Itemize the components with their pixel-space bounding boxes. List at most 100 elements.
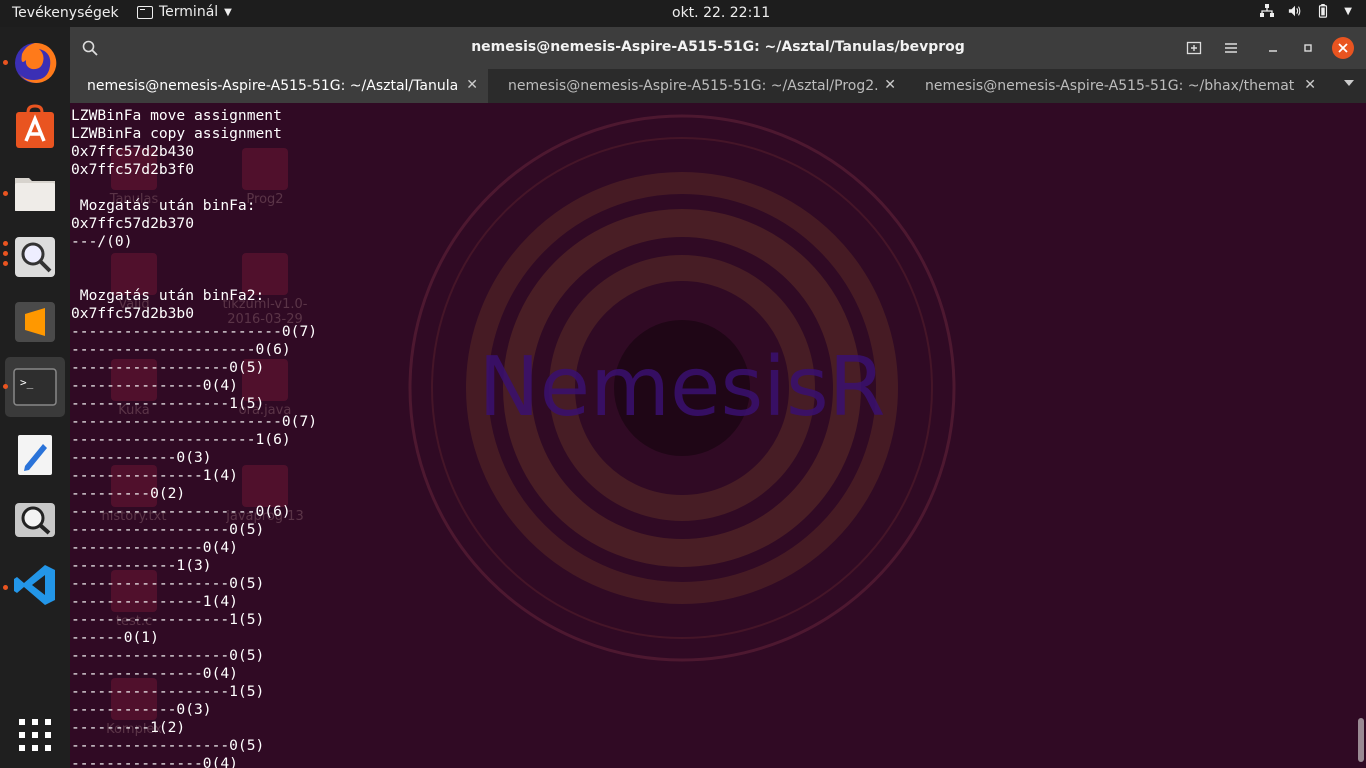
terminal-line: 0x7ffc57d2b430 [71, 143, 195, 160]
window-title: nemesis@nemesis-Aspire-A515-51G: ~/Aszta… [471, 39, 965, 55]
scrollbar-thumb[interactable] [1358, 718, 1364, 762]
ubuntu-software-icon [16, 104, 54, 148]
top-panel: Tevékenységek Terminál ▼ okt. 22. 22:11 … [0, 0, 1366, 27]
app-menu[interactable]: Terminál ▼ [137, 4, 232, 20]
terminal-line: 0x7ffc57d2b370 [71, 215, 195, 232]
terminal-line: ---------------------0(6) [71, 503, 291, 520]
volume-icon [1289, 5, 1301, 17]
terminal-line: 0x7ffc57d2b3b0 [71, 305, 195, 322]
tab-label: nemesis@nemesis-Aspire-A515-51G: ~/bhax/… [925, 78, 1295, 94]
terminal-line: ------------------0(5) [71, 575, 265, 592]
hamburger-menu-icon [1225, 43, 1237, 53]
system-tray[interactable]: ▼ [1260, 4, 1352, 18]
dock-image-viewer[interactable] [5, 227, 65, 287]
activities-button[interactable]: Tevékenységek [12, 5, 119, 21]
terminal-line: ---/(0) [71, 233, 133, 250]
terminal-window: nemesis@nemesis-Aspire-A515-51G: ~/Aszta… [70, 27, 1366, 768]
chevron-down-icon: ▼ [1344, 5, 1352, 17]
terminal-line: ------------------0(5) [71, 359, 265, 376]
dock-ubuntu-software[interactable] [5, 97, 65, 157]
app-menu-label: Terminál [159, 4, 219, 20]
running-indicator [3, 261, 8, 266]
close-icon[interactable]: ✕ [884, 77, 896, 93]
terminal-line: ---------------1(4) [71, 467, 238, 484]
terminal-line: ---------------------0(6) [71, 341, 291, 358]
close-icon [1332, 37, 1354, 59]
running-indicator [3, 384, 8, 389]
image-viewer-icon [15, 237, 55, 277]
clock[interactable]: okt. 22. 22:11 [672, 5, 770, 21]
minimize-button[interactable] [1261, 36, 1285, 60]
tab-label: nemesis@nemesis-Aspire-A515-51G: ~/Aszta… [508, 78, 878, 94]
terminal-line: ------------0(3) [71, 701, 212, 718]
terminal-line: ------------------1(5) [71, 395, 265, 412]
network-icon [1260, 4, 1275, 17]
dock-terminal[interactable]: >_ [5, 357, 65, 417]
terminal-line: LZWBinFa copy assignment [71, 125, 282, 142]
header-bar[interactable]: nemesis@nemesis-Aspire-A515-51G: ~/Aszta… [70, 27, 1366, 69]
terminal-line: ---------0(2) [71, 485, 186, 502]
terminal-line: ------------------1(5) [71, 611, 265, 628]
tab-bar: nemesis@nemesis-Aspire-A515-51G: ~/Aszta… [70, 69, 1366, 103]
svg-text:>_: >_ [20, 376, 34, 389]
running-indicator [3, 60, 8, 65]
terminal-line: ------------------1(5) [71, 683, 265, 700]
terminal-line: ---------1(2) [71, 719, 186, 736]
close-icon[interactable]: ✕ [1304, 77, 1316, 93]
terminal-area[interactable]: NemesisR Tanulas Prog2 Valid tikzuml-v1.… [70, 103, 1366, 768]
vscode-icon [14, 565, 55, 605]
running-indicator [3, 585, 8, 590]
menu-button[interactable] [1219, 36, 1243, 60]
close-button[interactable] [1331, 36, 1355, 60]
wallpaper-text: NemesisR [478, 340, 885, 435]
running-indicator [3, 241, 8, 246]
tab-prog2[interactable]: nemesis@nemesis-Aspire-A515-51G: ~/Aszta… [488, 69, 906, 103]
new-tab-icon [1186, 41, 1202, 55]
tab-bevprog[interactable]: nemesis@nemesis-Aspire-A515-51G: ~/Aszta… [70, 69, 488, 103]
show-applications-icon [19, 719, 51, 751]
dock-vscode[interactable] [5, 555, 65, 615]
minimize-icon [1269, 50, 1277, 52]
terminal-line: ---------------0(4) [71, 665, 238, 682]
running-indicator [3, 251, 8, 256]
text-editor-icon [18, 435, 52, 475]
chevron-down-icon[interactable] [1344, 80, 1354, 86]
tab-label: nemesis@nemesis-Aspire-A515-51G: ~/Aszta… [87, 78, 457, 94]
terminal-line: ------------------0(5) [71, 521, 265, 538]
terminal-output: LZWBinFa move assignment LZWBinFa copy a… [71, 107, 317, 768]
terminal-line: ---------------0(4) [71, 539, 238, 556]
dock-files[interactable] [5, 162, 65, 222]
close-icon[interactable]: ✕ [466, 77, 478, 93]
terminal-line: ------------1(3) [71, 557, 212, 574]
terminal-line: ---------------0(4) [71, 377, 238, 394]
sublime-text-icon [15, 302, 55, 342]
dock-firefox[interactable] [5, 33, 65, 93]
dock-text-editor[interactable] [5, 425, 65, 485]
tab-bhax[interactable]: nemesis@nemesis-Aspire-A515-51G: ~/bhax/… [906, 69, 1326, 103]
terminal-icon: >_ [13, 368, 57, 406]
dock-search[interactable] [5, 490, 65, 550]
dock-sublime-text[interactable] [5, 292, 65, 352]
terminal-line: ------------0(3) [71, 449, 212, 466]
maximize-icon [1304, 44, 1312, 52]
terminal-line: ------------------0(5) [71, 647, 265, 664]
battery-icon [1319, 4, 1328, 18]
dock: >_ [0, 27, 70, 768]
terminal-line: LZWBinFa move assignment [71, 107, 282, 124]
terminal-line: ---------------1(4) [71, 593, 238, 610]
search-icon [15, 503, 55, 537]
new-tab-button[interactable] [1182, 36, 1206, 60]
terminal-line: ------------------------0(7) [71, 323, 318, 340]
terminal-icon [137, 5, 153, 19]
terminal-line: 0x7ffc57d2b3f0 [71, 161, 195, 178]
show-applications-button[interactable] [5, 705, 65, 765]
firefox-icon [15, 42, 57, 83]
terminal-line: ---------------0(4) [71, 755, 238, 768]
maximize-button[interactable] [1296, 36, 1320, 60]
terminal-line: ------------------------0(7) [71, 413, 318, 430]
terminal-line: Mozgatás után binFa2: [71, 287, 265, 304]
files-icon [15, 178, 55, 211]
terminal-line: Mozgatás után binFa: [71, 197, 256, 214]
